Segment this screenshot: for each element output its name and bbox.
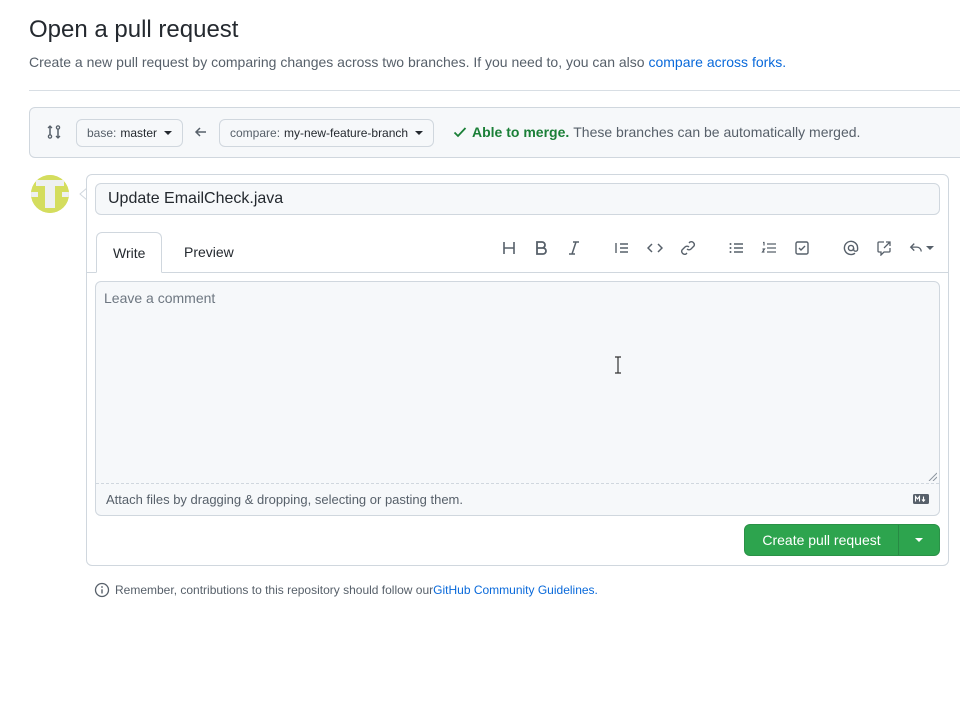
identicon-icon	[31, 175, 69, 213]
bulleted-list-icon[interactable]	[727, 239, 745, 257]
tab-preview[interactable]: Preview	[168, 232, 250, 273]
header-divider	[29, 90, 960, 91]
compare-branch-label: compare:	[230, 126, 281, 140]
code-icon[interactable]	[646, 239, 664, 257]
base-branch-label: base:	[87, 126, 117, 140]
merge-status: Able to merge. These branches can be aut…	[452, 124, 860, 140]
base-branch-selector[interactable]: base: master	[76, 119, 184, 147]
branch-range-editor: base: master compare: my-new-feature-bra…	[29, 107, 960, 158]
create-pull-request-button-group: Create pull request	[744, 524, 940, 556]
page-subtitle: Create a new pull request by comparing c…	[29, 54, 786, 70]
resize-handle-icon[interactable]	[927, 471, 937, 481]
compare-across-forks-link[interactable]: compare across forks.	[648, 54, 786, 70]
community-guidelines-note: Remember, contributions to this reposito…	[94, 582, 598, 598]
heading-icon[interactable]	[500, 239, 518, 257]
numbered-list-icon[interactable]	[760, 239, 778, 257]
check-icon	[453, 127, 467, 138]
compare-branch-value: my-new-feature-branch	[284, 126, 409, 140]
attach-files-text: Attach files by dragging & dropping, sel…	[106, 492, 463, 507]
saved-reply-icon[interactable]	[908, 239, 934, 257]
editor-tabs: Write Preview	[87, 232, 948, 273]
mention-icon[interactable]	[842, 239, 860, 257]
bold-icon[interactable]	[532, 239, 550, 257]
avatar[interactable]	[31, 175, 69, 213]
chevron-down-icon	[915, 538, 923, 542]
guidelines-text: Remember, contributions to this reposito…	[115, 583, 434, 597]
arrow-left-icon	[194, 127, 206, 137]
comment-textarea[interactable]	[96, 282, 939, 483]
create-options-dropdown[interactable]	[899, 525, 939, 555]
merge-status-ok: Able to merge.	[472, 124, 570, 140]
task-list-icon[interactable]	[793, 239, 811, 257]
base-branch-value: master	[120, 126, 158, 140]
pull-request-form: Write Preview	[86, 174, 949, 566]
merge-status-detail: These branches can be automatically merg…	[573, 124, 861, 140]
chevron-down-icon	[925, 246, 934, 250]
create-pull-request-button[interactable]: Create pull request	[745, 525, 899, 555]
markdown-icon[interactable]	[913, 494, 929, 504]
page-title: Open a pull request	[29, 16, 239, 43]
community-guidelines-link[interactable]: GitHub Community Guidelines.	[433, 583, 598, 597]
file-attach-bar[interactable]: Attach files by dragging & dropping, sel…	[96, 483, 939, 515]
comment-box: Attach files by dragging & dropping, sel…	[95, 281, 940, 516]
chevron-down-icon	[415, 131, 424, 135]
cross-reference-icon[interactable]	[875, 239, 893, 257]
link-icon[interactable]	[679, 239, 697, 257]
quote-icon[interactable]	[613, 239, 631, 257]
subtitle-text: Create a new pull request by comparing c…	[29, 54, 649, 70]
italic-icon[interactable]	[565, 239, 583, 257]
compare-arrows-icon	[47, 125, 61, 139]
pr-title-input[interactable]	[95, 183, 940, 215]
info-icon	[94, 582, 110, 598]
compare-branch-selector[interactable]: compare: my-new-feature-branch	[219, 119, 435, 147]
tab-write[interactable]: Write	[96, 232, 163, 273]
text-cursor-icon	[615, 356, 621, 374]
chevron-down-icon	[164, 131, 173, 135]
